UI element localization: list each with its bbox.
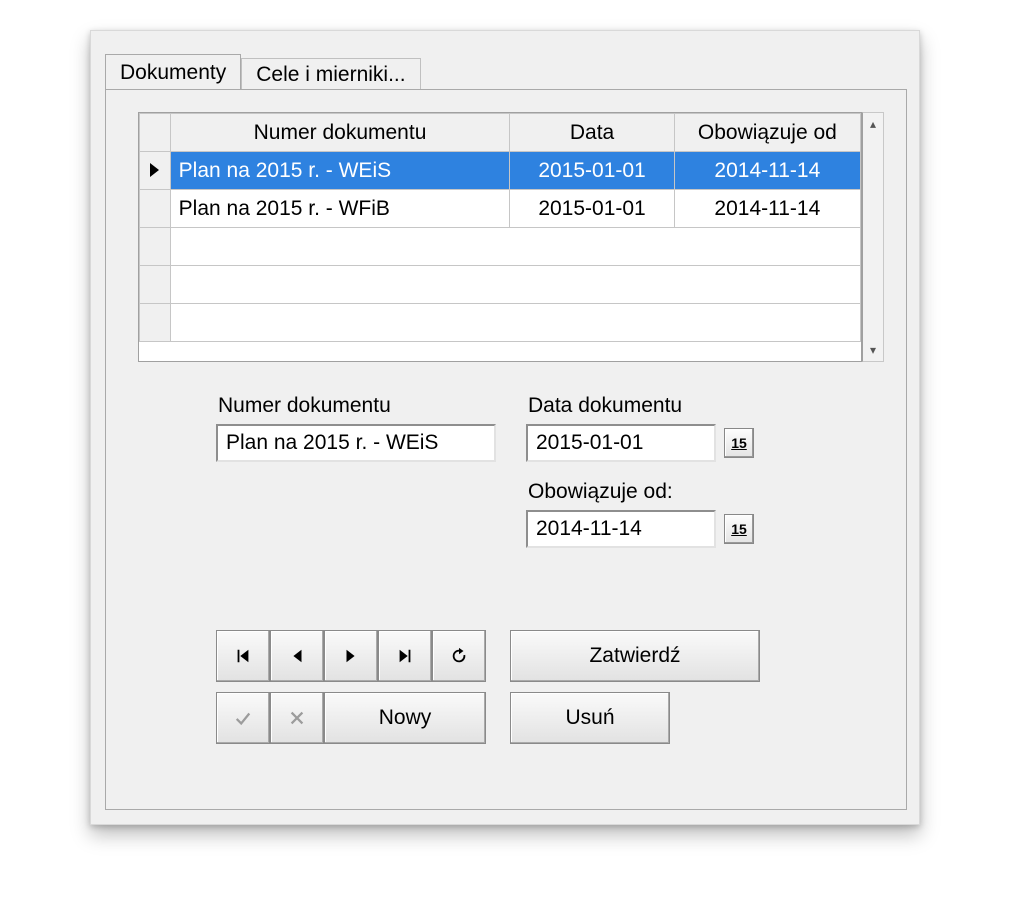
label-doc-date: Data dokumentu bbox=[528, 394, 754, 418]
first-button[interactable] bbox=[216, 630, 270, 682]
calendar-button-date[interactable]: 15 bbox=[724, 428, 754, 458]
scroll-down-icon[interactable]: ▾ bbox=[863, 339, 883, 361]
confirm-button[interactable]: Zatwierdź bbox=[510, 630, 760, 682]
col-header-date[interactable]: Data bbox=[510, 114, 674, 152]
table-row bbox=[140, 266, 861, 304]
cancel-edit-button[interactable] bbox=[270, 692, 324, 744]
grid-header-row: Numer dokumentu Data Obowiązuje od bbox=[140, 114, 861, 152]
documents-grid[interactable]: Numer dokumentu Data Obowiązuje od Plan … bbox=[138, 112, 862, 362]
input-valid-from[interactable]: 2014-11-14 bbox=[526, 510, 716, 548]
post-edit-button[interactable] bbox=[216, 692, 270, 744]
grid-scrollbar[interactable]: ▴ ▾ bbox=[862, 112, 884, 362]
delete-button[interactable]: Usuń bbox=[510, 692, 670, 744]
table-row[interactable]: Plan na 2015 r. - WEiS 2015-01-01 2014-1… bbox=[140, 152, 861, 190]
documents-grid-wrap: Numer dokumentu Data Obowiązuje od Plan … bbox=[138, 112, 884, 362]
scroll-track[interactable] bbox=[863, 135, 883, 339]
table-row bbox=[140, 228, 861, 266]
col-header-valid[interactable]: Obowiązuje od bbox=[674, 114, 860, 152]
details-form: Numer dokumentu Plan na 2015 r. - WEiS D… bbox=[216, 390, 836, 548]
input-doc-number[interactable]: Plan na 2015 r. - WEiS bbox=[216, 424, 496, 462]
label-doc-number: Numer dokumentu bbox=[218, 394, 496, 418]
cell-valid[interactable]: 2014-11-14 bbox=[674, 152, 860, 190]
skip-last-icon bbox=[396, 647, 414, 665]
row-indicator bbox=[140, 152, 171, 190]
next-button[interactable] bbox=[324, 630, 378, 682]
refresh-button[interactable] bbox=[432, 630, 486, 682]
row-indicator bbox=[140, 190, 171, 228]
tab-strip: Dokumenty Cele i mierniki... bbox=[105, 53, 421, 91]
button-area: Zatwierdź Nowy Usuń bbox=[216, 630, 760, 754]
current-row-icon bbox=[150, 163, 159, 177]
calendar-button-valid[interactable]: 15 bbox=[724, 514, 754, 544]
next-icon bbox=[342, 647, 360, 665]
prev-button[interactable] bbox=[270, 630, 324, 682]
tab-documents[interactable]: Dokumenty bbox=[105, 54, 241, 92]
col-header-number[interactable]: Numer dokumentu bbox=[170, 114, 510, 152]
dialog-window: Dokumenty Cele i mierniki... Numer dokum… bbox=[90, 30, 920, 825]
check-icon bbox=[234, 709, 252, 727]
last-button[interactable] bbox=[378, 630, 432, 682]
cell-date[interactable]: 2015-01-01 bbox=[510, 190, 674, 228]
cell-valid[interactable]: 2014-11-14 bbox=[674, 190, 860, 228]
label-valid-from: Obowiązuje od: bbox=[528, 480, 754, 504]
cell-number[interactable]: Plan na 2015 r. - WFiB bbox=[170, 190, 510, 228]
cell-number[interactable]: Plan na 2015 r. - WEiS bbox=[170, 152, 510, 190]
cell-date[interactable]: 2015-01-01 bbox=[510, 152, 674, 190]
table-row bbox=[140, 304, 861, 342]
input-doc-date[interactable]: 2015-01-01 bbox=[526, 424, 716, 462]
prev-icon bbox=[288, 647, 306, 665]
nav-button-group bbox=[216, 630, 486, 682]
table-row[interactable]: Plan na 2015 r. - WFiB 2015-01-01 2014-1… bbox=[140, 190, 861, 228]
tab-panel: Numer dokumentu Data Obowiązuje od Plan … bbox=[105, 89, 907, 810]
new-button[interactable]: Nowy bbox=[324, 692, 486, 744]
refresh-icon bbox=[450, 647, 468, 665]
skip-first-icon bbox=[234, 647, 252, 665]
scroll-up-icon[interactable]: ▴ bbox=[863, 113, 883, 135]
x-icon bbox=[288, 709, 306, 727]
grid-corner bbox=[140, 114, 171, 152]
